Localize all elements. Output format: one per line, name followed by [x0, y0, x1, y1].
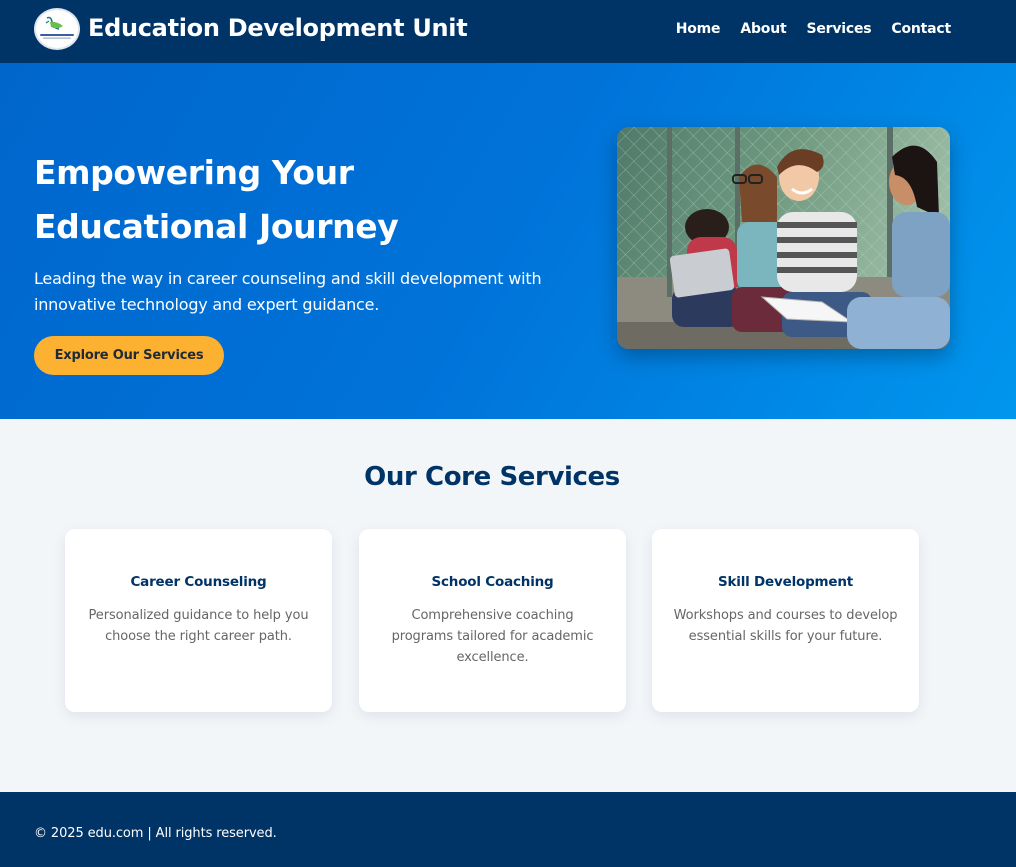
hero-title-line-2: Educational Journey [34, 207, 399, 246]
explore-services-button[interactable]: Explore Our Services [34, 336, 224, 375]
nav-home[interactable]: Home [676, 19, 721, 39]
service-card-career-counseling[interactable]: Career Counseling Personalized guidance … [65, 529, 332, 712]
students-illustration [617, 127, 950, 349]
nav-services[interactable]: Services [806, 19, 871, 39]
hero-title-line-1: Empowering Your [34, 153, 354, 192]
site-footer: © 2025 edu.com | All rights reserved. [0, 792, 1016, 867]
hero-subtitle: Leading the way in career counseling and… [34, 269, 542, 314]
main-nav: Home About Services Contact [676, 19, 951, 39]
hero-students-photo [617, 127, 950, 349]
service-card-school-coaching[interactable]: School Coaching Comprehensive coaching p… [359, 529, 626, 712]
site-header: Education Development Unit Home About Se… [0, 0, 1016, 63]
hero-section: Empowering Your Educational Journey Lead… [0, 63, 1016, 419]
site-logo[interactable] [34, 8, 80, 50]
logo-emblem-icon [40, 16, 74, 39]
services-heading: Our Core Services [364, 462, 620, 492]
site-title[interactable]: Education Development Unit [88, 12, 468, 44]
hero-title: Empowering Your Educational Journey [34, 146, 554, 254]
nav-about[interactable]: About [740, 19, 786, 39]
service-card-description: Workshops and courses to develop essenti… [673, 608, 898, 644]
copyright-text: © 2025 edu.com | All rights reserved. [34, 826, 277, 841]
service-card-skill-development[interactable]: Skill Development Workshops and courses … [652, 529, 919, 712]
service-card-description: Comprehensive coaching programs tailored… [391, 608, 594, 665]
service-card-title: School Coaching [431, 574, 554, 590]
nav-contact[interactable]: Contact [891, 19, 951, 39]
service-card-description: Personalized guidance to help you choose… [88, 608, 309, 644]
service-card-title: Career Counseling [130, 574, 267, 590]
service-card-title: Skill Development [717, 574, 854, 590]
